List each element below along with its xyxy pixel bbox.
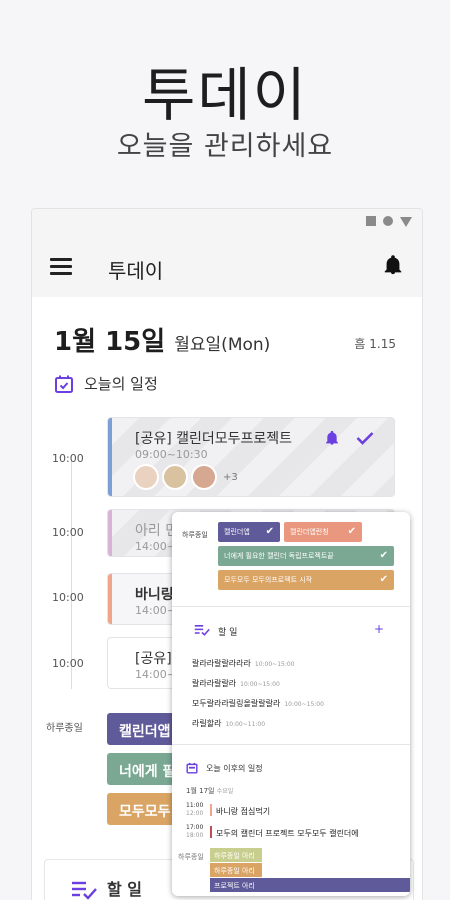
overlay-chip-label: 캘린더앱 [224,528,250,536]
alarm-bell-icon[interactable] [324,430,340,446]
overlay-chip-label: 너에게 필요한 캘린더 독립프로젝트끝 [224,552,334,560]
time-label: 10:00 [52,526,84,539]
upcoming-start: 11:00 [186,802,204,809]
event-color-bar [108,418,112,496]
check-icon[interactable] [356,431,374,445]
overlay-todo-item[interactable]: 라릴할라 10:00~11:00 [192,718,265,729]
time-label: 10:00 [52,591,84,604]
upcoming-weekday-label: 수요일 [216,788,234,795]
upcoming-time: 17:00 18:00 [186,824,203,840]
upcoming-time: 11:00 12:00 [186,802,203,818]
todo-section-label: 할 일 [107,880,143,899]
upcoming-event-title[interactable]: 모두의 캘린더 프로젝트 모두모두 캘린더에 [216,828,359,839]
event-color-bar [108,510,112,556]
time-label: 10:00 [52,657,84,670]
timeline-line [71,459,72,689]
todo-time: 10:00~15:00 [284,701,324,708]
todo-time: 10:00~11:00 [225,721,266,728]
event-title: [공유] 캘린더모두프로젝트 [135,431,293,447]
status-bar [32,209,422,233]
schedule-section-label: 오늘의 일정 [84,375,158,393]
avatar [133,464,159,490]
check-icon: ✔ [265,526,274,537]
upcoming-date: 1월 17일 수요일 [186,786,233,796]
check-icon: ✔ [379,574,388,585]
time-label: 10:00 [52,452,84,465]
hero-subtitle: 오늘을 관리하세요 [116,131,334,162]
overlay-allday-chip[interactable]: 캘린더앱런칭 ✔ [284,522,362,542]
upcoming-end: 12:00 [186,810,204,817]
bell-icon[interactable] [382,253,404,277]
overlay-todo-item[interactable]: 모두랄라라릴링올랄랄랄라 10:00~15:00 [192,698,324,709]
avatar [162,464,188,490]
todo-text: 랄라라랄랄라라라 [192,659,251,668]
home-icon [383,216,393,226]
checklist-icon [194,625,210,636]
event-title: [공유] [135,651,172,667]
upcoming-date-label: 1월 17일 [186,787,215,795]
overlay-allday-label: 하루종일 [182,531,208,539]
hero-title: 투데이 [141,61,309,129]
upcoming-allday-bar[interactable]: 하루종일 아리 [210,848,262,862]
upcoming-end: 18:00 [186,832,204,839]
allday-label: 하루종일 [46,723,83,734]
avatar [191,464,217,490]
event-time: 09:00~10:30 [135,448,208,461]
menu-icon[interactable] [50,258,72,275]
app-bar: 투데이 [32,233,422,297]
event-time: 14:00~ [135,604,176,617]
event-time: 14:00~ [135,668,176,681]
app-title: 투데이 [108,259,164,283]
calendar-check-icon [55,375,73,393]
widget-preview-card: 하루종일 캘린더앱 ✔ 캘린더앱런칭 ✔ 너에게 필요한 캘린더 독립프로젝트끝 ✔ … [172,512,410,896]
event-card[interactable]: [공유] 캘린더모두프로젝트 09:00~10:30 +3 [107,417,395,497]
upcoming-color-bar [210,804,212,816]
upcoming-allday-label: 하루종일 [178,853,204,861]
checklist-icon [72,881,97,900]
overlay-chip-label: 모두모두 모두의프로젝트 시작 [224,576,313,584]
add-todo-button[interactable]: + [374,622,384,636]
overlay-todo-title: 할 일 [218,628,238,638]
overlay-allday-chip[interactable]: 너에게 필요한 캘린더 독립프로젝트끝 ✔ [218,546,394,566]
calendar-icon [186,762,198,774]
overlay-allday-chip[interactable]: 모두모두 모두의프로젝트 시작 ✔ [218,570,394,590]
date-header: 1월 15일 월요일(Mon) [54,321,270,358]
check-icon: ✔ [347,526,356,537]
todo-text: 랄라라랄랄라 [192,679,237,688]
overlay-todo-item[interactable]: 랄라라랄랄라라라 10:00~15:00 [192,658,295,669]
event-title: 바니링 [135,587,174,603]
todo-time: 10:00~15:00 [240,681,280,688]
upcoming-allday-bar[interactable]: 하루종일 아리 [210,863,262,877]
overlay-todo-item[interactable]: 랄라라랄랄라 10:00~15:00 [192,678,280,689]
upcoming-start: 17:00 [186,824,204,831]
overlay-allday-chip[interactable]: 캘린더앱 ✔ [218,522,280,542]
overlay-chip-label: 캘린더앱런칭 [290,528,329,536]
check-icon: ✔ [379,550,388,561]
event-color-bar [108,574,112,624]
weekday-label: 월요일(Mon) [174,335,271,355]
divider [172,744,410,745]
participants: +3 [133,464,238,490]
divider [172,606,410,607]
weather-label: 흠 1.15 [354,337,396,351]
event-time: 14:00~ [135,540,176,553]
recent-apps-icon [366,216,376,226]
upcoming-color-bar [210,826,212,838]
back-icon [400,217,412,227]
date-label: 1월 15일 [54,327,166,357]
todo-text: 라릴할라 [192,719,222,728]
todo-text: 모두랄라라릴링올랄랄랄라 [192,699,281,708]
overlay-upcoming-title: 오늘 이후의 일정 [206,764,263,773]
participants-more: +3 [223,471,238,483]
upcoming-allday-bar[interactable]: 프로젝트 아리 [210,878,410,892]
todo-time: 10:00~15:00 [254,661,295,668]
schedule-section-header: 오늘의 일정 [54,373,158,394]
upcoming-event-title[interactable]: 바니랑 점심먹기 [216,806,270,817]
